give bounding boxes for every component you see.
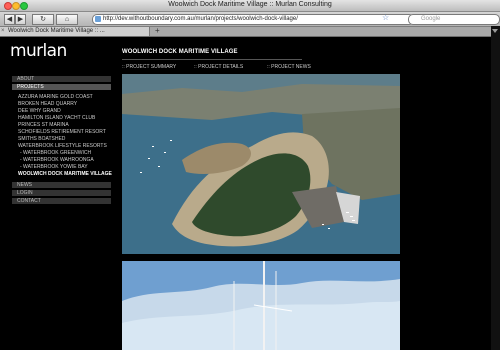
menu-projects[interactable]: PROJECTS (12, 84, 111, 90)
project-link-current[interactable]: WOOLWICH DOCK MARITIME VILLAGE (18, 171, 112, 177)
marina-masts-photo (122, 261, 400, 350)
project-link[interactable]: AZZURA MARINE GOLD COAST (18, 94, 93, 100)
tab-bar: × Woolwich Dock Maritime Village :: ... … (0, 26, 500, 37)
back-button[interactable]: ◀ (4, 14, 15, 25)
bookmark-star-icon[interactable]: ☆ (382, 13, 389, 22)
search-placeholder: Google (421, 16, 441, 22)
project-link[interactable]: SCHOFIELDS RETIREMENT RESORT (18, 129, 106, 135)
tab-close-icon[interactable]: × (1, 27, 5, 36)
address-bar[interactable]: http://dev.withoutboundary.com.au/murlan… (92, 14, 414, 25)
menu-news[interactable]: NEWS (12, 182, 111, 188)
site-logo[interactable]: murlan (10, 41, 67, 61)
project-sublink[interactable]: - WATERBROOK WAHROONGA (20, 157, 94, 163)
project-summary-link[interactable]: :: PROJECT SUMMARY (122, 64, 176, 70)
project-link[interactable]: BROKEN HEAD QUARRY (18, 101, 77, 107)
scrollbar[interactable] (491, 26, 500, 350)
tab-title: Woolwich Dock Maritime Village :: ... (8, 28, 105, 34)
project-details-link[interactable]: :: PROJECT DETAILS (194, 64, 243, 70)
project-link[interactable]: PRINCES ST MARINA (18, 122, 69, 128)
project-title: WOOLWICH DOCK MARITIME VILLAGE (122, 49, 238, 55)
project-sublink[interactable]: - WATERBROOK YOWIE BAY (20, 164, 88, 170)
search-field[interactable]: Google (408, 14, 500, 25)
reload-button[interactable]: ↻ (32, 14, 54, 25)
menu-contact[interactable]: CONTACT (12, 198, 111, 204)
project-news-link[interactable]: :: PROJECT NEWS (267, 64, 311, 70)
web-page: murlan ABOUT PROJECTS AZZURA MARINE GOLD… (0, 37, 500, 350)
menu-login[interactable]: LOGIN (12, 190, 111, 196)
menu-about[interactable]: ABOUT (12, 76, 111, 82)
scroll-down-icon[interactable] (492, 29, 498, 33)
window-title: Woolwich Dock Maritime Village :: Murlan… (168, 1, 332, 8)
browser-tab[interactable]: × Woolwich Dock Maritime Village :: ... (0, 27, 150, 36)
project-link[interactable]: WATERBROOK LIFESTYLE RESORTS (18, 143, 107, 149)
aerial-marina-photo (122, 74, 400, 292)
home-button[interactable]: ⌂ (56, 14, 78, 25)
forward-button[interactable]: ▶ (15, 14, 26, 25)
project-link[interactable]: DEE WHY GRAND (18, 108, 61, 114)
aerial-marina-image (122, 74, 400, 254)
project-link[interactable]: SMITHS BOATSHED (18, 136, 65, 142)
title-divider (122, 59, 302, 60)
marina-masts-image (122, 261, 400, 350)
window-titlebar: Woolwich Dock Maritime Village :: Murlan… (0, 0, 500, 12)
project-link[interactable]: HAMILTON ISLAND YACHT CLUB (18, 115, 95, 121)
project-sublink[interactable]: - WATERBROOK GREENWICH (20, 150, 91, 156)
site-icon (95, 16, 101, 22)
address-text: http://dev.withoutboundary.com.au/murlan… (103, 16, 298, 22)
new-tab-button[interactable]: + (155, 26, 160, 35)
browser-toolbar: ◀ ▶ ↻ ⌂ http://dev.withoutboundary.com.a… (0, 12, 500, 27)
